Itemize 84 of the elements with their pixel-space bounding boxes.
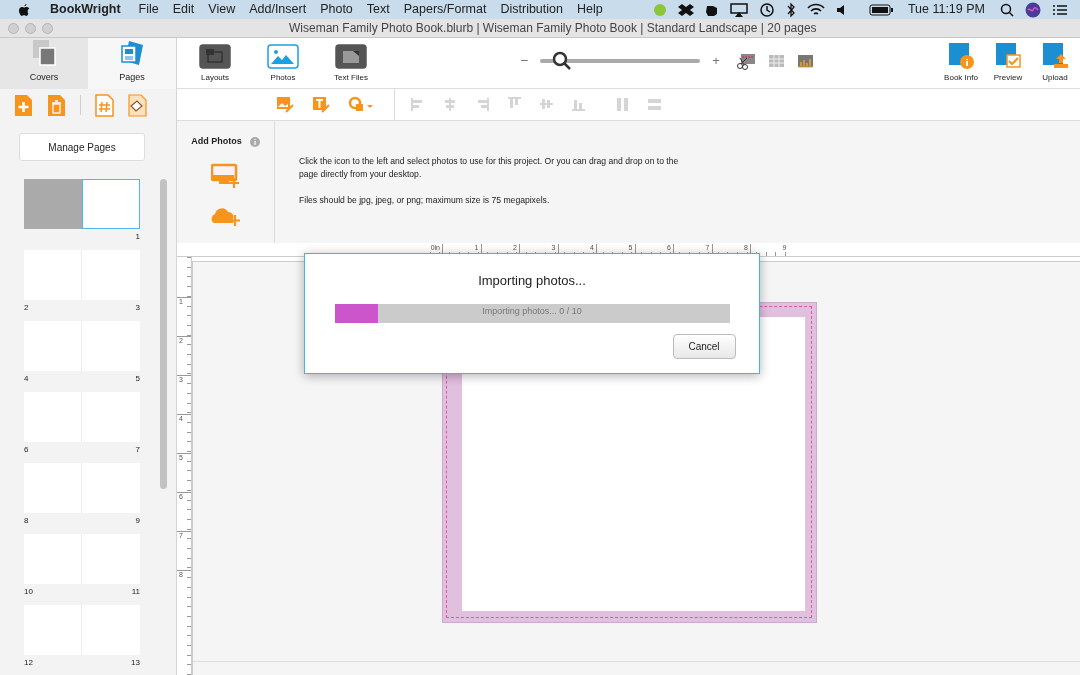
align-bottom-icon[interactable] (571, 97, 586, 112)
toolbar-tool[interactable]: Upload (1038, 41, 1072, 84)
grid-icon[interactable] (767, 53, 785, 68)
toolbar-tool[interactable]: Photos (257, 44, 309, 84)
tool-icon (267, 44, 299, 69)
window-control[interactable] (8, 22, 19, 34)
toolbar-tool[interactable]: Layouts (189, 44, 241, 84)
magnifier-icon[interactable] (552, 50, 573, 71)
book-info-icon (946, 41, 976, 69)
preview-icon (993, 41, 1023, 69)
info-icon (249, 136, 260, 147)
page-number: 13 (131, 657, 140, 669)
page-thumbnail[interactable] (82, 179, 140, 229)
menu-item[interactable]: Papers/Format (403, 0, 487, 19)
manage-pages-button[interactable]: Manage Pages (19, 133, 145, 161)
page-number: 4 (24, 373, 29, 385)
page-number: 10 (24, 586, 33, 598)
page-number: 8 (24, 515, 29, 527)
align-right-icon[interactable] (475, 97, 490, 112)
menu-item[interactable]: Edit (172, 0, 195, 19)
page-number: 2 (24, 302, 29, 314)
panel-title: Add Photos (191, 135, 242, 148)
window-control[interactable] (42, 22, 53, 34)
status-dot-icon[interactable] (652, 2, 667, 17)
scissors-icon[interactable] (735, 51, 756, 70)
stacked-pages-icon (31, 38, 57, 66)
airplay-icon[interactable] (729, 2, 748, 17)
toolbar-tool[interactable]: Preview (991, 41, 1025, 84)
sidebar-tab[interactable]: Covers (0, 38, 88, 89)
page-number: 7 (135, 444, 140, 456)
trash-icon[interactable] (47, 93, 66, 117)
search-icon[interactable] (1000, 2, 1014, 17)
chart-view-icon[interactable] (796, 53, 814, 68)
menu-item[interactable]: View (208, 0, 236, 19)
scrollbar[interactable] (159, 179, 167, 489)
page-number: 9 (135, 515, 140, 527)
window-control[interactable] (25, 22, 36, 34)
apple-icon[interactable] (18, 2, 30, 17)
window-title: Wiseman Family Photo Book.blurb | Wiseman Family Photo Book | Standard Landscape | 20 pages (289, 20, 817, 37)
clock: Tue 11:19 PM (907, 1, 985, 19)
cancel-button[interactable]: Cancel (672, 333, 736, 359)
progress-text: Importing photos... 0 / 10 (481, 304, 583, 318)
list-icon[interactable] (1052, 3, 1068, 16)
distribute-vertical-icon[interactable] (647, 97, 662, 112)
page-number: 11 (131, 586, 140, 598)
menu-item[interactable]: Add/Insert (249, 0, 307, 19)
zoom-out-sign[interactable]: − (520, 50, 529, 71)
sidebar-tab[interactable]: Pages (88, 38, 176, 89)
toolbar-tool[interactable]: Book Info (944, 41, 978, 84)
dialog-title: Importing photos... (478, 272, 586, 290)
menu-item[interactable]: Photo (320, 0, 353, 19)
toolbar-tool[interactable]: Text Files (325, 44, 377, 84)
pages-icon (119, 38, 145, 66)
align-center-icon[interactable] (443, 97, 458, 112)
page-number: 6 (24, 444, 29, 456)
cover-page-thumbnail[interactable] (24, 179, 82, 229)
battery-icon[interactable] (868, 3, 893, 16)
page-number: 1 (135, 231, 140, 243)
align-middle-icon[interactable] (539, 97, 554, 112)
distribute-horizontal-icon[interactable] (615, 97, 630, 112)
instruction-text: Click the icon to the left and select photos to use for this project. Or you can drag and drop on to the page directly from your desktop. (299, 155, 680, 181)
siri-icon[interactable] (1025, 1, 1041, 18)
instruction-text: Files should be jpg, jpeg, or png; maximum size is 75 megapixels. (299, 194, 551, 207)
app-menu[interactable]: BookWright (50, 0, 121, 19)
menu-item[interactable]: File (138, 0, 159, 19)
menu-item[interactable]: Help (576, 0, 603, 19)
page-number: 5 (135, 373, 140, 385)
page-number: 12 (24, 657, 33, 669)
wifi-icon[interactable] (806, 2, 825, 17)
page-number-icon[interactable] (95, 93, 114, 117)
edit-text-icon[interactable] (312, 96, 330, 113)
add-page-icon[interactable] (14, 93, 33, 117)
tool-icon (199, 44, 231, 69)
upload-icon (1040, 41, 1070, 69)
computer-add-icon[interactable] (210, 162, 241, 189)
page-number: 3 (135, 302, 140, 314)
clock-icon[interactable] (758, 1, 775, 18)
bluetooth-icon[interactable] (785, 1, 796, 18)
shape-dropdown-icon[interactable] (348, 96, 374, 113)
tool-icon (335, 44, 367, 69)
edit-photo-icon[interactable] (276, 96, 294, 113)
menu-item[interactable]: Distribution (500, 0, 563, 19)
zoom-in-sign[interactable]: + (712, 50, 720, 71)
menu-item[interactable]: Text (366, 0, 390, 19)
